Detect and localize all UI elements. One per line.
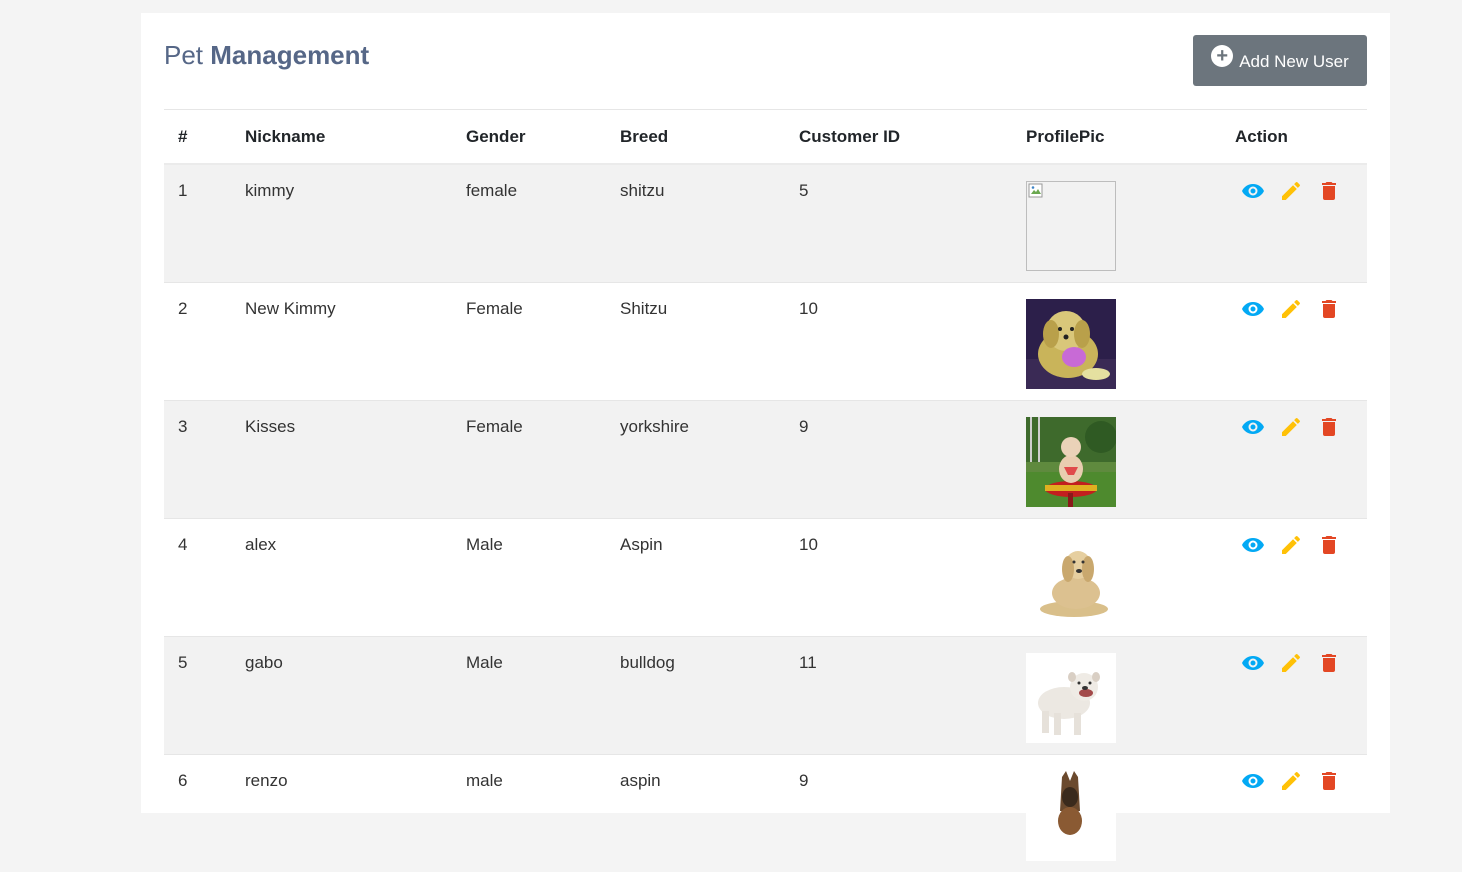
eye-icon[interactable] [1241,651,1265,675]
cell-profile-pic [1026,753,1235,872]
cell-nickname: alex [245,517,466,636]
cell-number: 3 [164,399,245,518]
column-header-breed: Breed [620,110,799,165]
page-title-light: Pet [164,40,204,70]
cell-actions [1235,163,1367,282]
table-row: 1 kimmy female shitzu 5 [164,163,1367,282]
cell-number: 1 [164,163,245,282]
add-new-user-button[interactable]: + Add New User [1193,35,1367,86]
cell-profile-pic [1026,635,1235,754]
cell-actions [1235,399,1367,518]
cell-profile-pic [1026,517,1235,636]
cell-nickname: gabo [245,635,466,754]
trash-icon[interactable] [1317,179,1341,203]
trash-icon[interactable] [1317,769,1341,793]
fluffy-dog-photo [1026,298,1116,389]
cell-number: 4 [164,517,245,636]
cell-nickname: New Kimmy [245,281,466,400]
pencil-icon[interactable] [1279,415,1303,439]
cell-number: 5 [164,635,245,754]
eye-icon[interactable] [1241,179,1265,203]
cell-breed: shitzu [620,163,799,282]
cell-profile-pic [1026,281,1235,400]
cell-customer-id: 9 [799,399,1026,518]
pencil-icon[interactable] [1279,533,1303,557]
page-title-bold: Management [210,40,370,70]
table-header-row: # Nickname Gender Breed Customer ID Prof… [164,110,1367,165]
german-shepherd-photo [1026,770,1116,861]
table-row: 6 renzo male aspin 9 [164,753,1367,872]
cell-gender: male [466,753,620,872]
cell-breed: Shitzu [620,281,799,400]
pet-management-card: Pet Management + Add New User # Nickname… [141,13,1390,872]
white-bulldog-photo [1026,652,1116,743]
column-header-number: # [164,110,245,165]
eye-icon[interactable] [1241,297,1265,321]
table-row: 5 gabo Male bulldog 11 [164,635,1367,754]
cell-actions [1235,753,1367,872]
trash-icon[interactable] [1317,651,1341,675]
eye-icon[interactable] [1241,533,1265,557]
pencil-icon[interactable] [1279,297,1303,321]
cell-number: 6 [164,753,245,872]
card-header: Pet Management + Add New User [164,13,1367,110]
cell-breed: yorkshire [620,399,799,518]
page-title: Pet Management [164,40,369,71]
eye-icon[interactable] [1241,415,1265,439]
cell-gender: Male [466,635,620,754]
cell-breed: Aspin [620,517,799,636]
eye-icon[interactable] [1241,769,1265,793]
cell-number: 2 [164,281,245,400]
cell-breed: aspin [620,753,799,872]
cell-profile-pic [1026,163,1235,282]
cell-nickname: renzo [245,753,466,872]
column-header-gender: Gender [466,110,620,165]
cell-customer-id: 10 [799,517,1026,636]
cell-customer-id: 11 [799,635,1026,754]
cell-actions [1235,635,1367,754]
cell-nickname: kimmy [245,163,466,282]
column-header-profile-pic: ProfilePic [1026,110,1235,165]
cell-customer-id: 10 [799,281,1026,400]
pencil-icon[interactable] [1279,651,1303,675]
table-row: 3 Kisses Female yorkshire 9 [164,399,1367,518]
pencil-icon[interactable] [1279,179,1303,203]
trash-icon[interactable] [1317,297,1341,321]
dog-on-red-stool-photo [1026,416,1116,507]
cell-actions [1235,517,1367,636]
cell-customer-id: 5 [799,163,1026,282]
plus-circle-icon: + [1211,44,1234,67]
broken-image-icon [1026,181,1116,271]
table-row: 2 New Kimmy Female Shitzu 10 [164,281,1367,400]
trash-icon[interactable] [1317,533,1341,557]
pets-table: # Nickname Gender Breed Customer ID Prof… [164,110,1367,872]
column-header-action: Action [1235,110,1367,165]
table-row: 4 alex Male Aspin 10 [164,517,1367,636]
cell-nickname: Kisses [245,399,466,518]
cell-customer-id: 9 [799,753,1026,872]
trash-icon[interactable] [1317,415,1341,439]
cell-gender: Female [466,399,620,518]
cell-gender: female [466,163,620,282]
column-header-nickname: Nickname [245,110,466,165]
pencil-icon[interactable] [1279,769,1303,793]
cell-gender: Male [466,517,620,636]
cell-actions [1235,281,1367,400]
column-header-customer-id: Customer ID [799,110,1026,165]
cell-breed: bulldog [620,635,799,754]
cell-profile-pic [1026,399,1235,518]
golden-retriever-photo [1026,534,1116,625]
add-new-user-label: Add New User [1239,51,1349,71]
cell-gender: Female [466,281,620,400]
